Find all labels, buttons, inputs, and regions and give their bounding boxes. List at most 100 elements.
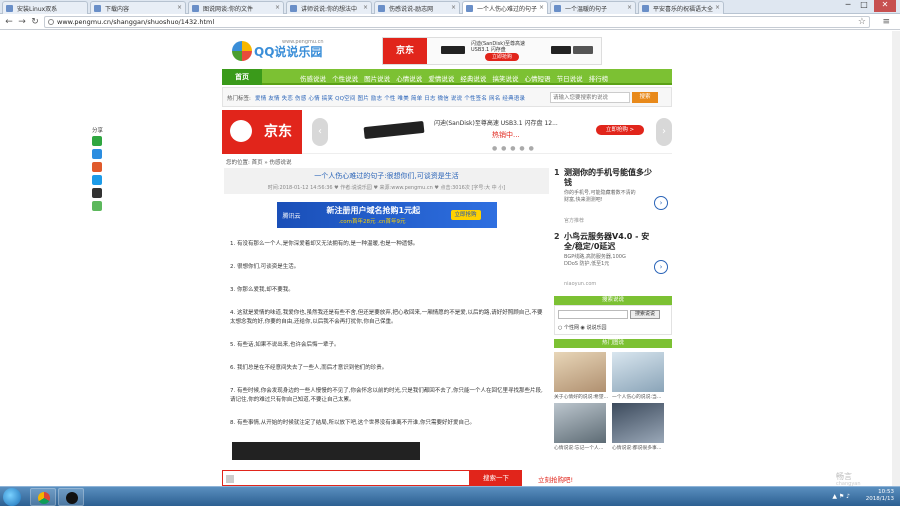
tab-label: 伤感说说-励志网	[389, 6, 434, 13]
close-tab-icon[interactable]: ×	[715, 4, 720, 11]
paragraph: 4. 这就是爱情的味道,我爱你也,虽然我还是有些不舍,但还是要放弃,把心收回来,…	[230, 310, 543, 325]
nav-link-2[interactable]: 图片说说	[364, 75, 396, 83]
qq-icon	[66, 492, 78, 504]
tab-4[interactable]: 伤感说说-励志网 ×	[374, 1, 460, 14]
sidebar-search-input[interactable]	[558, 310, 628, 319]
search-button[interactable]: 搜索	[632, 92, 658, 103]
paragraph: 6. 我们总是在不经意间失去了一些人,而后才意识到他们的珍贵。	[230, 365, 388, 371]
more-share-icon[interactable]	[92, 201, 102, 211]
hot-item[interactable]: 1 测测你的手机号能值多少钱 你的手机号,可能隐藏着数不清的财富,快来测测吧! …	[554, 168, 672, 228]
close-button[interactable]: ✕	[874, 0, 896, 12]
nav-link-8[interactable]: 节日说说	[557, 75, 589, 83]
chevron-right-icon[interactable]: ›	[654, 260, 668, 274]
sidebar: 1 测测你的手机号能值多少钱 你的手机号,可能隐藏着数不清的财富,快来测测吧! …	[554, 168, 672, 486]
close-tab-icon[interactable]: ×	[627, 4, 632, 11]
tab-7[interactable]: 平安喜乐的祝福语大全 ×	[638, 1, 724, 14]
article-title: 一个人伤心难过的句子:很想你们,可谈资是生活	[314, 172, 459, 180]
tab-2[interactable]: 图说网谈:你的文件 ×	[188, 1, 284, 14]
nav-link-3[interactable]: 心情说说	[396, 75, 428, 83]
pic-caption: 心情说说:忘记一个人...	[554, 446, 604, 451]
qq-icon[interactable]	[92, 188, 102, 198]
hot-item[interactable]: 2 小鸟云服务器V4.0 - 安全/稳定/0延迟 BGP线路,高防服务器,100…	[554, 232, 672, 292]
nav-links[interactable]: 伤感说说 个性说说 图片说说 心情说说 爱情说说 经典说说 搞笑说说 心情短语 …	[300, 73, 608, 83]
paragraph: 1. 有没有那么一个人,是你深爱着却又无法拥有的,是一种温暖,也是一种遗憾。	[230, 241, 419, 247]
tab-0[interactable]: 安装Linux双系	[2, 1, 88, 14]
bottom-promo-link[interactable]: 立刻抢购吧!	[538, 474, 573, 484]
menu-icon[interactable]: ≡	[882, 17, 890, 27]
taskbar-chrome[interactable]	[30, 488, 56, 506]
nav-link-9[interactable]: 排行榜	[589, 75, 609, 83]
close-tab-icon[interactable]: ×	[275, 4, 280, 11]
ad-desc: 闪迪(SanDisk)至尊高速 USB3.1 闪存盘	[471, 41, 526, 53]
chevron-right-icon[interactable]: ›	[654, 196, 668, 210]
nav-link-4[interactable]: 爱情说说	[428, 75, 460, 83]
ad-button[interactable]: 立即抢购	[450, 210, 481, 220]
ad-buy-button[interactable]: 立即抢购	[485, 53, 519, 61]
article-header: 一个人伤心难过的句子:很想你们,可谈资是生活 时间:2018-01-12 14:…	[224, 168, 549, 194]
carousel-prev-icon[interactable]: ‹	[312, 118, 328, 146]
site-logo[interactable]: QQ说说乐园 www.pengmu.cn	[232, 39, 340, 61]
clock[interactable]: 10:53 2018/1/13	[866, 489, 894, 503]
tab-1[interactable]: 下载内容 ×	[90, 1, 186, 14]
article-image	[232, 442, 420, 460]
close-tab-icon[interactable]: ×	[177, 4, 182, 11]
sidebar-search-header: 搜索说说	[554, 296, 672, 305]
forward-icon[interactable]: →	[16, 16, 28, 28]
pic-card[interactable]: 一个人伤心的说说:当...	[612, 352, 668, 400]
tencent-cloud-ad[interactable]: 腾讯云 新注册用户域名抢购1元起 .com首年28元 .cn首年9元 立即抢购	[276, 202, 497, 228]
bottom-search-input[interactable]	[222, 470, 470, 486]
close-tab-icon[interactable]: ×	[363, 4, 368, 11]
hot-title[interactable]: 测测你的手机号能值多少钱	[564, 168, 656, 188]
usb-thumb-image	[573, 46, 593, 54]
sidebar-search-button[interactable]: 搜索说说	[630, 310, 660, 319]
nav-link-5[interactable]: 经典说说	[460, 75, 492, 83]
nav-home[interactable]: 首页	[222, 69, 262, 85]
jd-banner-ad[interactable]: 京东 ‹ 闪迪(SanDisk)至尊高速 USB3.1 闪存盘 12... 热销…	[222, 110, 672, 154]
tag-label: 热门标签:	[227, 96, 251, 102]
jd-dog-icon	[230, 120, 252, 142]
close-tab-icon[interactable]: ×	[539, 4, 544, 11]
carousel-dots[interactable]: ● ● ● ● ●	[492, 145, 535, 152]
close-tab-icon[interactable]: ×	[451, 4, 456, 11]
bookmark-star-icon[interactable]: ☆	[858, 17, 866, 27]
tab-5-active[interactable]: 一个人伤心难过的句子 ×	[462, 1, 548, 14]
bottom-search-button[interactable]: 搜索一下	[470, 470, 522, 486]
minimize-button[interactable]: ─	[840, 0, 856, 12]
tab-3[interactable]: 讲师说说:你的想法中 ×	[286, 1, 372, 14]
pic-card[interactable]: 心情说说:忘记一个人...	[554, 403, 610, 451]
url-input[interactable]: www.pengmu.cn/shanggan/shuoshuo/1432.htm…	[44, 16, 870, 28]
hot-num: 1	[554, 168, 560, 177]
pic-card[interactable]: 关于心情好的说说:希望...	[554, 352, 610, 400]
nav-link-0[interactable]: 伤感说说	[300, 75, 332, 83]
tag-links[interactable]: 爱情 友情 失恋 伤感 心情 搞笑 QQ空间 图片 励志 个性 唯美 简单 日志…	[255, 94, 525, 102]
maximize-button[interactable]: □	[856, 0, 872, 12]
tab-6[interactable]: 一个温暖的句子 ×	[550, 1, 636, 14]
reload-icon[interactable]: ↻	[29, 16, 41, 28]
hot-desc: BGP线路,高防服务器,100G DDoS 防护,低至1元	[564, 254, 626, 267]
nav-link-7[interactable]: 心情短语	[525, 75, 557, 83]
tray-icons[interactable]: ▲ ⚑ ♪	[832, 493, 850, 500]
taskbar-qq[interactable]	[58, 488, 84, 506]
page-info-icon[interactable]	[48, 19, 54, 25]
top-banner-ad[interactable]: 京东 闪迪(SanDisk)至尊高速 USB3.1 闪存盘 立即抢购	[382, 37, 602, 65]
back-icon[interactable]: ←	[3, 16, 15, 28]
scrollbar[interactable]	[892, 31, 900, 486]
qzone-icon[interactable]	[92, 149, 102, 159]
tencent-weibo-icon[interactable]	[92, 175, 102, 185]
search-input[interactable]	[550, 92, 630, 103]
taskbar: ▲ ⚑ ♪ 10:53 2018/1/13	[0, 486, 900, 506]
hot-title[interactable]: 小鸟云服务器V4.0 - 安全/稳定/0延迟	[564, 232, 656, 252]
nav-link-1[interactable]: 个性说说	[332, 75, 364, 83]
ad-buy-button[interactable]: 立即抢购 >	[596, 125, 644, 135]
weibo-icon[interactable]	[92, 162, 102, 172]
start-button[interactable]	[3, 488, 21, 506]
ad-brand: 京东	[383, 38, 427, 64]
pic-card[interactable]: 心情说说:都说很多事...	[612, 403, 668, 451]
search-scope-radios[interactable]: ○ 个性网 ◉ 说说乐园	[558, 324, 607, 331]
nav-link-6[interactable]: 搞笑说说	[492, 75, 524, 83]
wechat-icon[interactable]	[92, 136, 102, 146]
tab-label: 一个温暖的句子	[565, 6, 608, 13]
chrome-icon	[38, 492, 50, 504]
carousel-next-icon[interactable]: ›	[656, 118, 672, 146]
breadcrumb[interactable]: 您的位置: 首页 » 伤感说说	[226, 158, 291, 166]
